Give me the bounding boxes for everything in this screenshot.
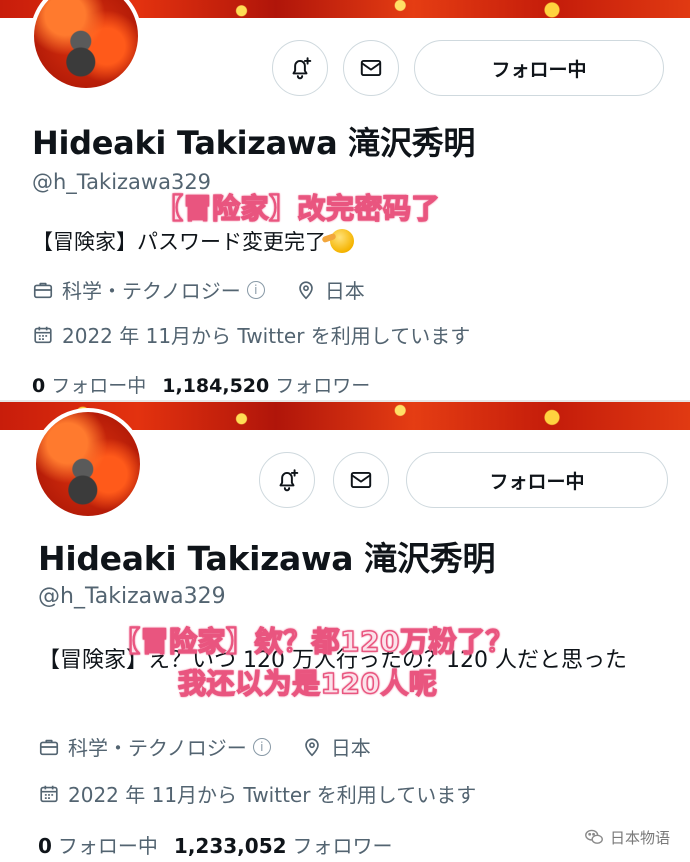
join-date-row: 2022 年 11月から Twitter を利用しています: [38, 779, 476, 808]
notify-button[interactable]: [259, 452, 315, 508]
info-icon[interactable]: i: [252, 737, 271, 756]
join-date: 2022 年 11月から Twitter を利用しています: [62, 324, 471, 348]
display-name: Hideaki Takizawa 滝沢秀明: [32, 124, 476, 162]
notify-button[interactable]: [272, 40, 328, 96]
join-date: 2022 年 11月から Twitter を利用しています: [68, 783, 477, 807]
profile-card-1: フォロー中 Hideaki Takizawa 滝沢秀明 @h_Takizawa3…: [0, 0, 690, 400]
caption-overlay: 【冒险家】改完密码了: [154, 191, 441, 225]
watermark: 日本物语: [583, 826, 670, 848]
calendar-icon: [34, 326, 52, 343]
location-pin-icon: [305, 737, 319, 756]
saluting-face-icon: [330, 229, 354, 253]
caption-overlay-line-1: 【冒险家】欸？都120万粉了？: [111, 624, 514, 658]
message-button[interactable]: [343, 40, 399, 96]
bell-plus-icon: [292, 57, 312, 80]
following-button[interactable]: フォロー中: [414, 40, 664, 96]
briefcase-icon: [33, 282, 53, 298]
category-label: 科学・テクノロジー: [62, 279, 241, 303]
message-button[interactable]: [333, 452, 389, 508]
avatar[interactable]: [32, 408, 144, 520]
followers-count[interactable]: 1,184,520: [162, 375, 269, 397]
info-icon[interactable]: i: [246, 280, 265, 299]
wechat-icon: [585, 829, 603, 844]
following-label[interactable]: フォロー中: [51, 371, 146, 398]
location-pin-icon: [299, 280, 313, 299]
profile-meta: 科学・テクノロジー i 日本: [38, 732, 371, 761]
location-label: 日本: [324, 279, 365, 303]
follow-stats: 0 フォロー中 1,184,520 フォロワー: [32, 371, 370, 398]
followers-count[interactable]: 1,233,052: [174, 834, 287, 858]
following-count[interactable]: 0: [38, 834, 52, 858]
followers-label[interactable]: フォロワー: [275, 371, 370, 398]
briefcase-icon: [39, 739, 59, 755]
envelope-icon: [360, 59, 382, 77]
calendar-icon: [40, 785, 58, 802]
caption-overlay-line-2: 我还以为是120人呢: [177, 666, 438, 700]
category-label: 科学・テクノロジー: [68, 736, 247, 760]
profile-meta: 科学・テクノロジー i 日本: [32, 275, 365, 304]
user-handle: @h_Takizawa329: [38, 584, 226, 609]
bio: 【冒険家】パスワード変更完了: [32, 226, 672, 258]
following-button[interactable]: フォロー中: [406, 452, 668, 508]
profile-card-2: フォロー中 Hideaki Takizawa 滝沢秀明 @h_Takizawa3…: [0, 400, 690, 862]
followers-label[interactable]: フォロワー: [293, 830, 393, 859]
bell-plus-icon: [279, 469, 299, 492]
location-label: 日本: [330, 736, 371, 760]
watermark-text: 日本物语: [609, 828, 670, 847]
join-date-row: 2022 年 11月から Twitter を利用しています: [32, 320, 470, 349]
avatar[interactable]: [30, 0, 142, 92]
bio-text: 【冒険家】パスワード変更完了: [32, 230, 326, 254]
following-label[interactable]: フォロー中: [58, 830, 158, 859]
envelope-icon: [350, 471, 372, 489]
display-name: Hideaki Takizawa 滝沢秀明: [38, 539, 496, 578]
following-count[interactable]: 0: [32, 375, 45, 397]
follow-stats: 0 フォロー中 1,233,052 フォロワー: [38, 830, 393, 859]
